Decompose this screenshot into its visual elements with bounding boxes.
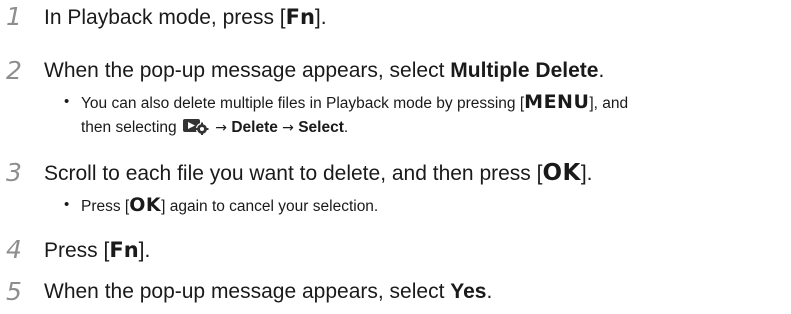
step-text: Press [Fn].: [44, 238, 151, 262]
step-text: When the pop-up message appears, select …: [44, 280, 493, 303]
menu-key-label: MENU: [524, 91, 590, 113]
step-number: 2: [6, 56, 22, 85]
step-2-note-line-1: You can also delete multiple files in Pl…: [81, 91, 629, 113]
step-text: In Playback mode, press [Fn].: [44, 5, 327, 29]
fn-key-label: Fn: [109, 238, 139, 262]
delete-label: Delete: [231, 119, 278, 136]
step-text: Scroll to each file you want to delete, …: [44, 160, 593, 186]
multiple-delete-label: Multiple Delete: [450, 59, 599, 82]
step-2-note-line-2: then selecting → Delete → Select.: [81, 117, 349, 136]
step-number: 1: [6, 2, 22, 31]
step-number: 5: [6, 277, 22, 306]
playback-settings-icon: [182, 117, 209, 136]
ok-key-label: OK: [542, 160, 581, 186]
ok-key-label: OK: [129, 194, 162, 216]
yes-label: Yes: [450, 280, 487, 303]
step-3-note: Press [OK] again to cancel your selectio…: [81, 194, 379, 216]
step-number: 4: [6, 235, 22, 264]
fn-key-label: Fn: [285, 5, 315, 29]
step-number: 3: [6, 158, 22, 187]
bullet: •: [64, 93, 70, 110]
step-text: When the pop-up message appears, select …: [44, 59, 605, 82]
bullet: •: [64, 196, 70, 213]
select-label: Select: [298, 119, 344, 136]
